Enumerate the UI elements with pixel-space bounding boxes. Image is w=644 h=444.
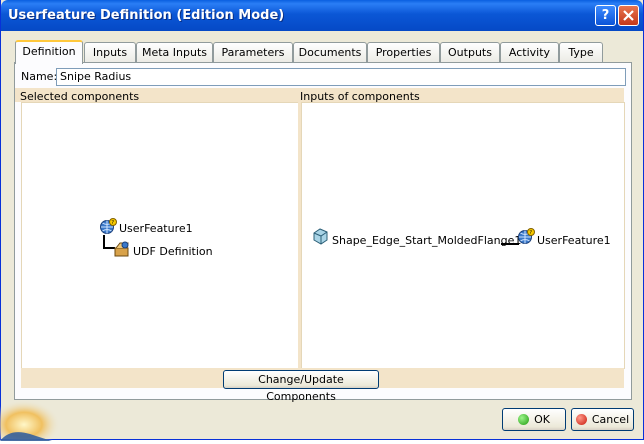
ok-icon (518, 413, 530, 425)
help-icon: ? (601, 8, 610, 23)
tab-documents[interactable]: Documents (293, 42, 367, 62)
close-button[interactable] (618, 5, 639, 26)
svg-text:?: ? (111, 220, 114, 226)
ok-button[interactable]: OK (502, 408, 566, 431)
name-field[interactable]: Snipe Radius (56, 68, 626, 86)
dialog-window: Userfeature Definition (Edition Mode) ? … (0, 0, 644, 440)
shape-edge-icon (312, 227, 330, 248)
catia-logo-icon (0, 400, 60, 441)
tab-inputs[interactable]: Inputs (84, 42, 136, 62)
window-title: Userfeature Definition (Edition Mode) (8, 8, 285, 23)
graph-node-userfeature[interactable]: UserFeature1 (537, 234, 611, 247)
svg-text:?: ? (529, 230, 532, 236)
name-label: Name: (21, 70, 58, 83)
cancel-label: Cancel (591, 413, 630, 426)
close-icon (619, 10, 638, 21)
help-button[interactable]: ? (595, 5, 616, 26)
tab-outputs[interactable]: Outputs (440, 42, 500, 62)
cancel-icon (575, 413, 587, 425)
tab-meta-inputs[interactable]: Meta Inputs (136, 42, 213, 62)
graph-node-shape-edge[interactable]: Shape_Edge_Start_MoldedFlange1 (332, 234, 521, 247)
cancel-button[interactable]: Cancel (571, 408, 634, 431)
tree-node-udf-definition[interactable]: UDF Definition (133, 245, 213, 258)
udf-definition-icon (113, 240, 131, 261)
selected-components-panel[interactable] (21, 102, 300, 369)
ok-label: OK (534, 413, 550, 426)
tab-properties[interactable]: Properties (367, 42, 440, 62)
tab-type[interactable]: Type (559, 42, 603, 62)
change-update-components-button[interactable]: Change/Update Components (223, 370, 379, 403)
tab-activity[interactable]: Activity (500, 42, 559, 62)
title-bar[interactable]: Userfeature Definition (Edition Mode) ? (1, 0, 643, 31)
user-feature-icon: ? (517, 228, 535, 249)
tree-node-userfeature[interactable]: UserFeature1 (119, 222, 193, 235)
tab-parameters[interactable]: Parameters (213, 42, 293, 62)
tab-definition[interactable]: Definition (15, 40, 83, 64)
